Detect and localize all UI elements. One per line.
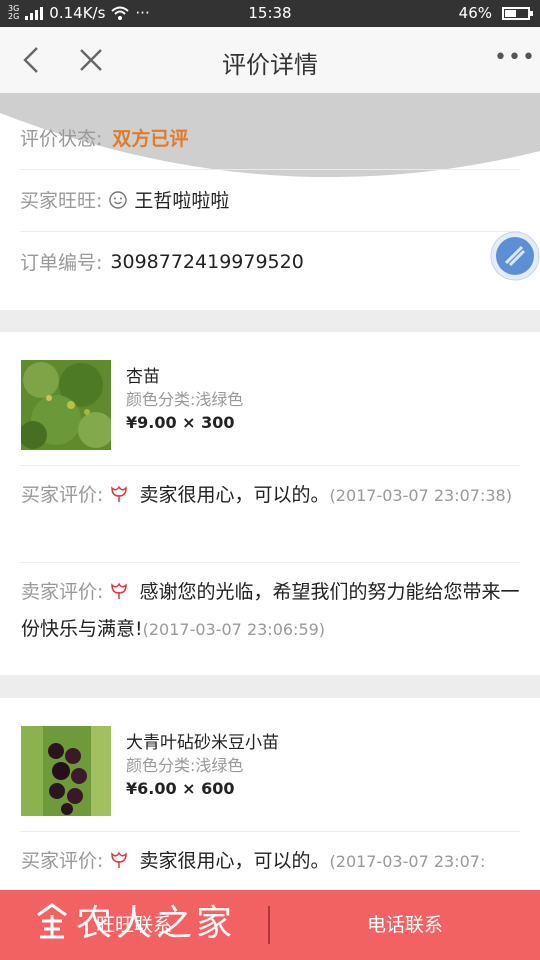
product-image-beans[interactable] bbox=[21, 726, 111, 816]
flower-rating-icon bbox=[111, 485, 128, 502]
more-menu-button[interactable]: ••• bbox=[494, 45, 535, 75]
buyer-row: 买家旺旺: 王哲啦啦啦 bbox=[20, 169, 520, 229]
buyer-review-text: 卖家很用心，可以的。 bbox=[139, 484, 330, 506]
buyer-review: 买家评价: 卖家很用心，可以的。(2017-03-07 23:07:38) bbox=[21, 477, 520, 514]
product-card: 大青叶砧砂米豆小苗 颜色分类:浅绿色 ¥6.00 × 600 买家评价: 卖家很… bbox=[0, 698, 540, 890]
review-status-row: 评价状态: 双方已评 bbox=[20, 107, 520, 167]
product-spec: 颜色分类:浅绿色 bbox=[126, 756, 244, 775]
contact-phone-button[interactable]: 电话联系 bbox=[270, 890, 540, 960]
product-image-apricot[interactable] bbox=[21, 360, 111, 450]
buyer-review-time: (2017-03-07 23:07:38) bbox=[329, 486, 512, 505]
buyer-review-text: 卖家很用心，可以的。 bbox=[139, 850, 330, 872]
battery-percent: 46% bbox=[458, 4, 492, 22]
nav-bar: 评价详情 ••• bbox=[0, 27, 540, 93]
seller-review: 卖家评价: 感谢您的光临，希望我们的努力能给您带来一份快乐与满意!(2017-0… bbox=[21, 574, 520, 648]
product-card: 杏苗 颜色分类:浅绿色 ¥9.00 × 300 买家评价: 卖家很用心，可以的。… bbox=[0, 332, 540, 675]
buyer-label: 买家旺旺: bbox=[20, 190, 103, 212]
product-price: ¥9.00 × 300 bbox=[126, 413, 235, 432]
wangwang-smile-icon[interactable] bbox=[108, 190, 128, 210]
order-number-value: 3098772419979520 bbox=[110, 250, 304, 273]
review-status-label: 评价状态: bbox=[20, 127, 103, 150]
watermark: 农人之家 bbox=[32, 894, 236, 946]
product-name[interactable]: 杏苗 bbox=[126, 362, 160, 387]
divider bbox=[20, 831, 520, 832]
product-name[interactable]: 大青叶砧砂米豆小苗 bbox=[126, 728, 279, 753]
buyer-review-label: 买家评价: bbox=[21, 850, 104, 872]
watermark-text: 农人之家 bbox=[76, 903, 237, 944]
flower-rating-icon bbox=[111, 582, 128, 599]
status-bar: 3G 2G 0.14K/s ··· 15:38 46% bbox=[0, 0, 540, 27]
order-number-row: 订单编号: 3098772419979520 bbox=[20, 231, 520, 291]
buyer-review-time: (2017-03-07 23:07: bbox=[329, 852, 486, 871]
battery-fill bbox=[505, 9, 517, 17]
divider bbox=[20, 465, 520, 466]
buyer-review: 买家评价: 卖家很用心，可以的。(2017-03-07 23:07: bbox=[21, 843, 520, 880]
buyer-name[interactable]: 王哲啦啦啦 bbox=[134, 186, 229, 213]
floating-assist-button[interactable] bbox=[490, 231, 540, 281]
page-title: 评价详情 bbox=[222, 51, 318, 79]
product-spec: 颜色分类:浅绿色 bbox=[126, 390, 244, 409]
review-status-value: 双方已评 bbox=[112, 127, 189, 150]
watermark-logo-icon bbox=[37, 903, 67, 939]
divider bbox=[20, 562, 520, 563]
order-number-label: 订单编号: bbox=[20, 252, 103, 274]
battery-icon bbox=[502, 6, 533, 20]
order-info-card: 评价状态: 双方已评 买家旺旺: 王哲啦啦啦 订单编号: 30987724199… bbox=[0, 93, 540, 310]
seller-review-label: 卖家评价: bbox=[21, 581, 104, 603]
bottom-action-bar: 旺旺联系 电话联系 农人之家 bbox=[0, 890, 540, 960]
flower-rating-icon bbox=[111, 851, 128, 868]
buyer-review-label: 买家评价: bbox=[21, 484, 104, 506]
product-price: ¥6.00 × 600 bbox=[126, 779, 235, 798]
seller-review-time: (2017-03-07 23:06:59) bbox=[142, 620, 326, 639]
